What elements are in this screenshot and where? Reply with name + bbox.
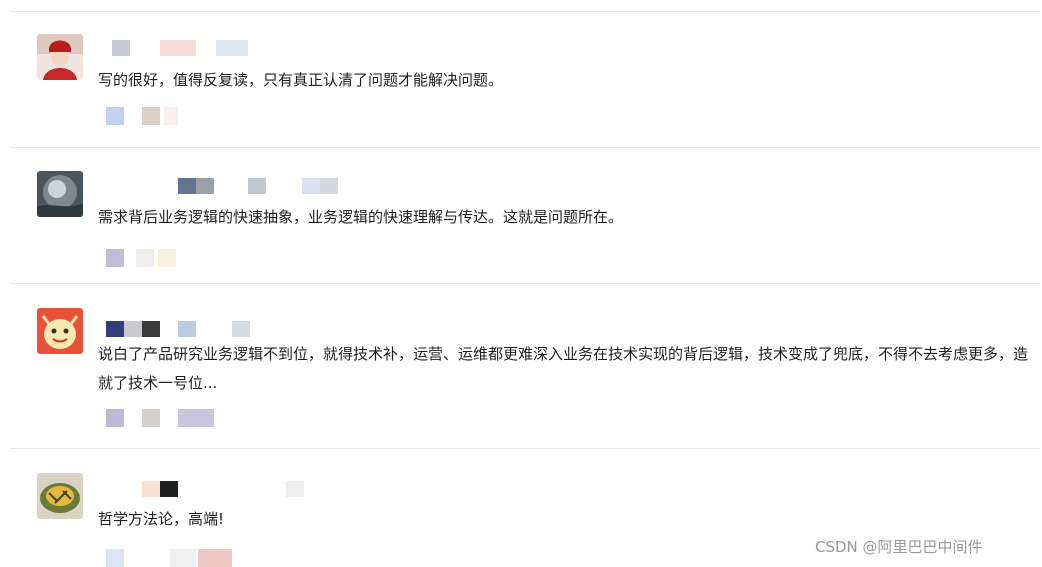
redacted-block [124,321,142,337]
reply-icon[interactable] [170,549,196,567]
redacted-block [302,178,320,194]
divider [10,147,1040,148]
redacted-block [178,321,196,337]
reply-icon[interactable] [142,107,160,125]
redacted-block [286,481,304,497]
like-icon[interactable] [106,549,124,567]
more-icon[interactable] [198,549,232,567]
comment-text: 写的很好，值得反复读，只有真正认清了问题才能解决问题。 [98,71,504,89]
more-icon[interactable] [158,249,176,267]
divider [10,448,1040,449]
more-icon[interactable] [178,409,214,427]
comment-text: 说白了产品研究业务逻辑不到位，就得技术补，运营、运维都更难深入业务在技术实现的背… [98,345,1029,392]
comment-text: 需求背后业务逻辑的快速抽象，业务逻辑的快速理解与传达。这就是问题所在。 [98,208,624,226]
redacted-block [216,40,248,56]
comment-list: 写的很好，值得反复读，只有真正认清了问题才能解决问题。 需求背后业务逻辑的快速抽… [0,0,1042,567]
avatar-image [37,308,83,354]
like-icon[interactable] [106,249,124,267]
avatar-image [37,473,83,519]
like-icon[interactable] [106,107,124,125]
like-icon[interactable] [106,409,124,427]
redacted-block [160,40,196,56]
redacted-block [320,178,338,194]
redacted-block [178,178,196,194]
more-icon[interactable] [164,107,178,125]
redacted-block [196,178,214,194]
reply-icon[interactable] [136,249,154,267]
redacted-block [112,40,130,56]
reply-icon[interactable] [142,409,160,427]
redacted-block [142,321,160,337]
redacted-block [142,481,160,497]
avatar[interactable] [37,308,83,354]
avatar[interactable] [37,34,83,80]
avatar[interactable] [37,171,83,217]
redacted-block [232,321,250,337]
redacted-block [248,178,266,194]
divider [10,11,1040,12]
redacted-block [160,481,178,497]
watermark: CSDN @阿里巴巴中间件 [815,538,983,556]
comment-text: 哲学方法论，高端! [98,510,225,528]
avatar[interactable] [37,473,83,519]
divider [10,283,1040,284]
redacted-block [106,321,124,337]
avatar-image [37,34,83,80]
avatar-image [37,171,83,217]
